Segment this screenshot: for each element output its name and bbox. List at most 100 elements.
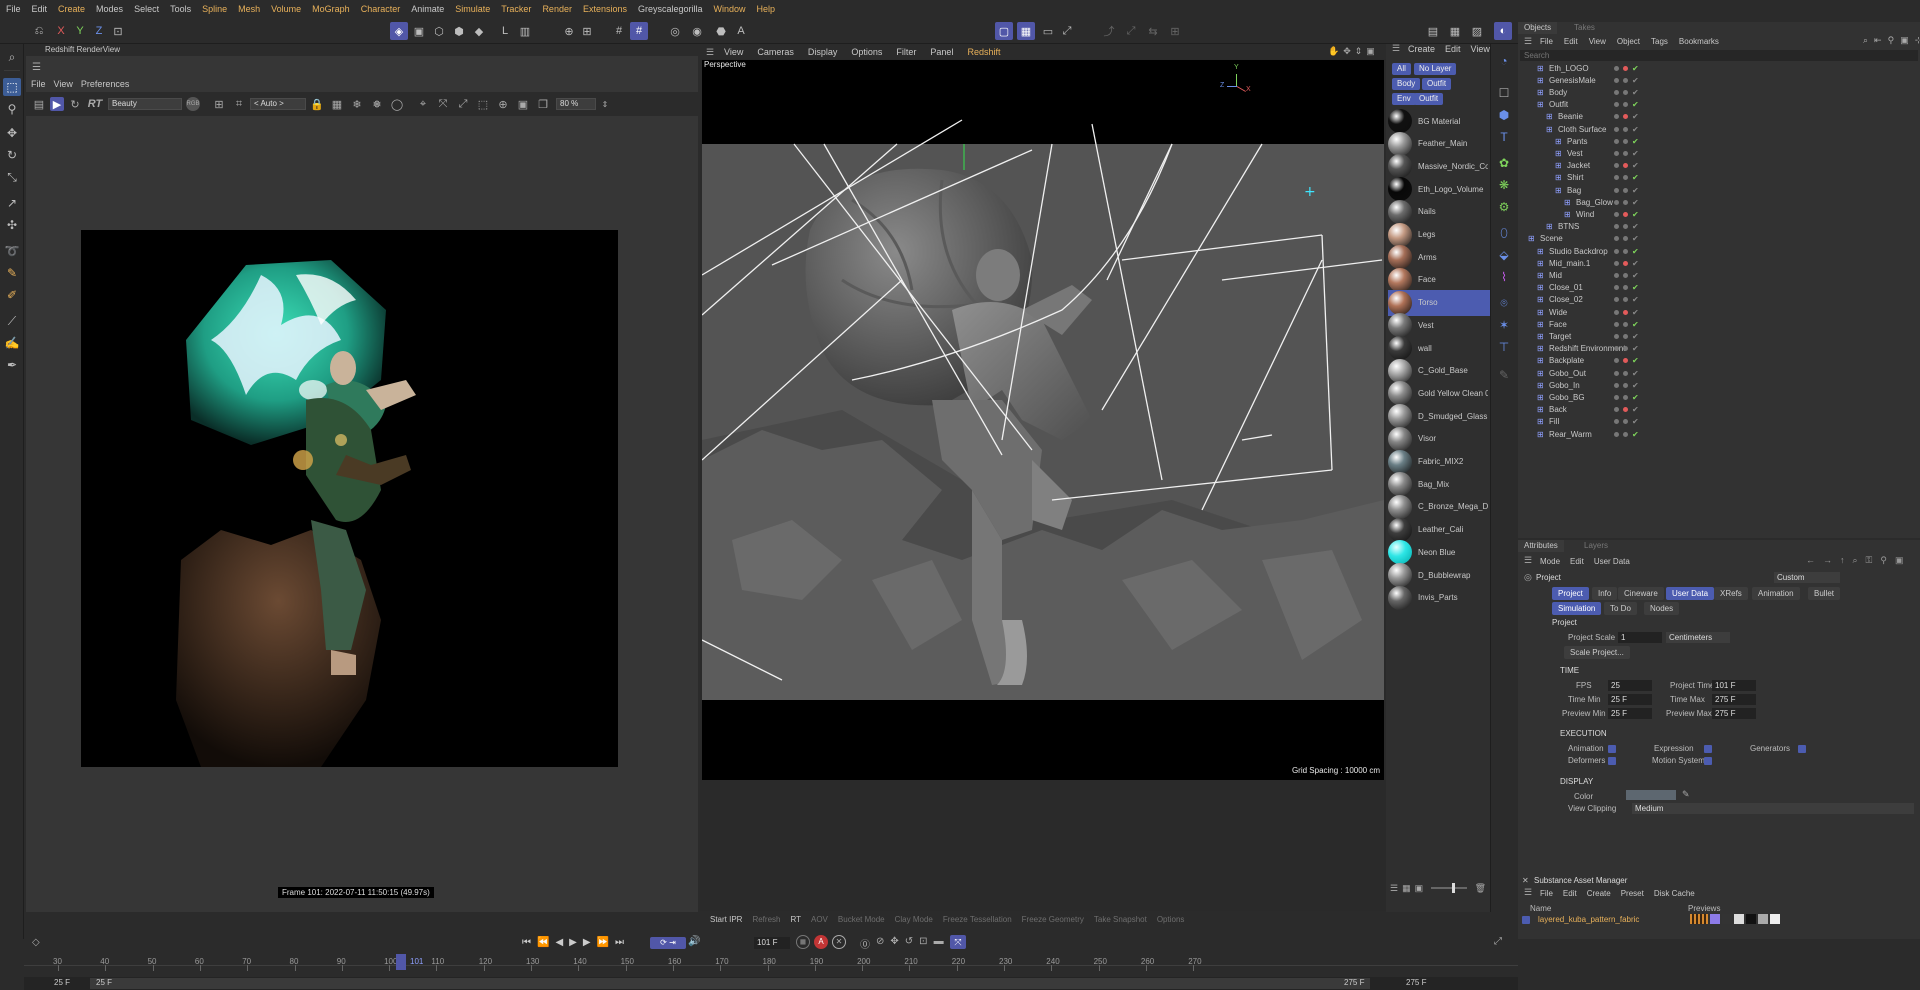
object-row[interactable]: ⊞ Gobo_Out ✔ [1518,367,1920,379]
visibility-dots[interactable] [1614,187,1628,193]
share-icon[interactable]: ⤢ [1122,22,1140,40]
render-region-icon[interactable]: ◎ [666,22,684,40]
take-snapshot-button[interactable]: Take Snapshot [1094,915,1147,924]
object-row[interactable]: ⊞ Gobo_BG ✔ [1518,391,1920,403]
menu-edit[interactable]: Edit [32,4,48,14]
object-row[interactable]: ⊞ Studio Backdrop ✔ [1518,245,1920,257]
tab-nodes[interactable]: Nodes [1644,602,1680,615]
sound-icon[interactable]: 🔊 [688,936,700,947]
filter-all[interactable]: All [1392,63,1411,75]
enable-check-icon[interactable]: ✔ [1632,198,1639,207]
visibility-dots[interactable] [1614,89,1628,95]
object-row[interactable]: ⊞ Jacket ✔ [1518,160,1920,172]
spline-icon[interactable]: ⌇ [1495,268,1513,286]
enable-check-icon[interactable]: ✔ [1632,112,1639,121]
snowflake-alt-icon[interactable]: ❅ [370,97,384,111]
large-view-icon[interactable]: ▣ [1415,883,1424,894]
vp-menu-cameras[interactable]: Cameras [757,47,794,57]
menu-file[interactable]: File [6,4,21,14]
visibility-dots[interactable] [1614,236,1628,242]
view-clipping-select[interactable]: Medium [1632,803,1914,814]
undo-icon[interactable]: ⎌ [30,22,48,40]
obj-menu-edit[interactable]: Edit [1564,37,1578,46]
menu-character[interactable]: Character [361,4,401,14]
object-row[interactable]: ⊞ Bag_Glow ✔ [1518,196,1920,208]
key-rotation-icon[interactable]: ⊘ [876,936,884,951]
layout-quad-icon[interactable]: ▦ [1017,22,1035,40]
tab-objects[interactable]: Objects [1518,22,1558,34]
object-row[interactable]: ⊞ Wind ✔ [1518,208,1920,220]
obj-menu-object[interactable]: Object [1617,37,1640,46]
visibility-dots[interactable] [1614,175,1628,181]
enable-check-icon[interactable]: ✔ [1632,308,1639,317]
lock-icon[interactable]: 🔒 [310,97,324,111]
enable-check-icon[interactable]: ✔ [1632,393,1639,402]
zoom-select[interactable]: 80 % [556,98,596,110]
workplane-icon[interactable]: ⊞ [578,22,596,40]
object-row[interactable]: ⊞ Mid ✔ [1518,269,1920,281]
export-icon[interactable]: ⤴ [1100,22,1118,40]
preset-select[interactable]: Custom [1774,572,1840,583]
enable-check-icon[interactable]: ✔ [1632,332,1639,341]
y-axis-toggle[interactable]: Y [71,22,89,40]
tab-simulation[interactable]: Simulation [1552,602,1602,615]
visibility-dots[interactable] [1614,431,1628,437]
pen-icon[interactable]: ✎ [1495,366,1513,384]
visibility-dots[interactable] [1614,150,1628,156]
record-icon[interactable]: A [814,935,828,949]
bucket-grid-icon[interactable]: ▦ [330,97,344,111]
material-item[interactable]: Invis_Parts [1388,585,1490,611]
enable-check-icon[interactable]: ✔ [1632,405,1639,414]
up-arrow-icon[interactable]: ↑ [1840,555,1845,566]
filter-outfit[interactable]: Outfit [1422,78,1452,90]
deformers-checkbox[interactable] [1608,757,1616,765]
axis-mode-icon[interactable]: L [496,22,514,40]
visibility-dots[interactable] [1614,407,1628,413]
expand-icon[interactable]: ⤢ [1058,22,1076,40]
search-icon[interactable]: ⌕ [1863,35,1868,46]
cloner-icon[interactable]: ❋ [1495,176,1513,194]
object-row[interactable]: ⊞ Close_01 ✔ [1518,282,1920,294]
menu-spline[interactable]: Spline [202,4,227,14]
next-key-icon[interactable]: ⏩ [597,937,609,948]
text-icon[interactable]: A [732,22,750,40]
points-mode-icon[interactable]: ⬡ [430,22,448,40]
visibility-dots[interactable] [1614,382,1628,388]
select-tool-icon[interactable]: ⬚ [3,78,21,96]
refresh-icon[interactable]: ↻ [68,97,82,111]
network-icon[interactable]: ⊞ [1166,22,1184,40]
edges-mode-icon[interactable]: ⬢ [450,22,468,40]
visibility-dots[interactable] [1614,333,1628,339]
motion-path-icon[interactable]: ⤧ [950,935,966,949]
tab-user-data[interactable]: User Data [1666,587,1715,600]
mat-menu-edit[interactable]: Edit [1445,44,1461,54]
menu-simulate[interactable]: Simulate [455,4,490,14]
enable-check-icon[interactable]: ✔ [1632,149,1639,158]
visibility-dots[interactable] [1614,394,1628,400]
vp-menu-view[interactable]: View [724,47,743,57]
substance-item-checkbox[interactable] [1522,916,1530,924]
clapboard-icon[interactable]: ▤ [1424,22,1442,40]
visibility-dots[interactable] [1614,138,1628,144]
object-row[interactable]: ⊞ BTNS ✔ [1518,221,1920,233]
knife-icon[interactable]: ⟋ [3,312,21,330]
menu-mograph[interactable]: MoGraph [312,4,350,14]
object-row[interactable]: ⊞ Backplate ✔ [1518,355,1920,367]
lock-icon[interactable]: ⚿ [1866,555,1873,566]
deformer-icon[interactable]: ⬯ [1495,224,1513,242]
tab-layers[interactable]: Layers [1578,540,1614,552]
go-start-icon[interactable]: ⏮ [522,937,531,948]
enable-check-icon[interactable]: ✔ [1632,320,1639,329]
object-row[interactable]: ⊞ Target ✔ [1518,330,1920,342]
time-max-field[interactable]: 275 F [1712,694,1756,705]
filter-icon[interactable]: ⚲ [1880,555,1887,566]
enable-check-icon[interactable]: ✔ [1632,161,1639,170]
playhead[interactable] [396,954,406,970]
visibility-dots[interactable] [1614,114,1628,120]
snap-icon[interactable]: ⊕ [560,22,578,40]
rt-toggle[interactable]: RT [86,97,104,111]
loop-toggle[interactable]: ⟳ ⇥ [650,937,686,949]
x-axis-toggle[interactable]: X [52,22,70,40]
sphere-icon[interactable]: ◯ [390,97,404,111]
vp-menu-options[interactable]: Options [851,47,882,57]
